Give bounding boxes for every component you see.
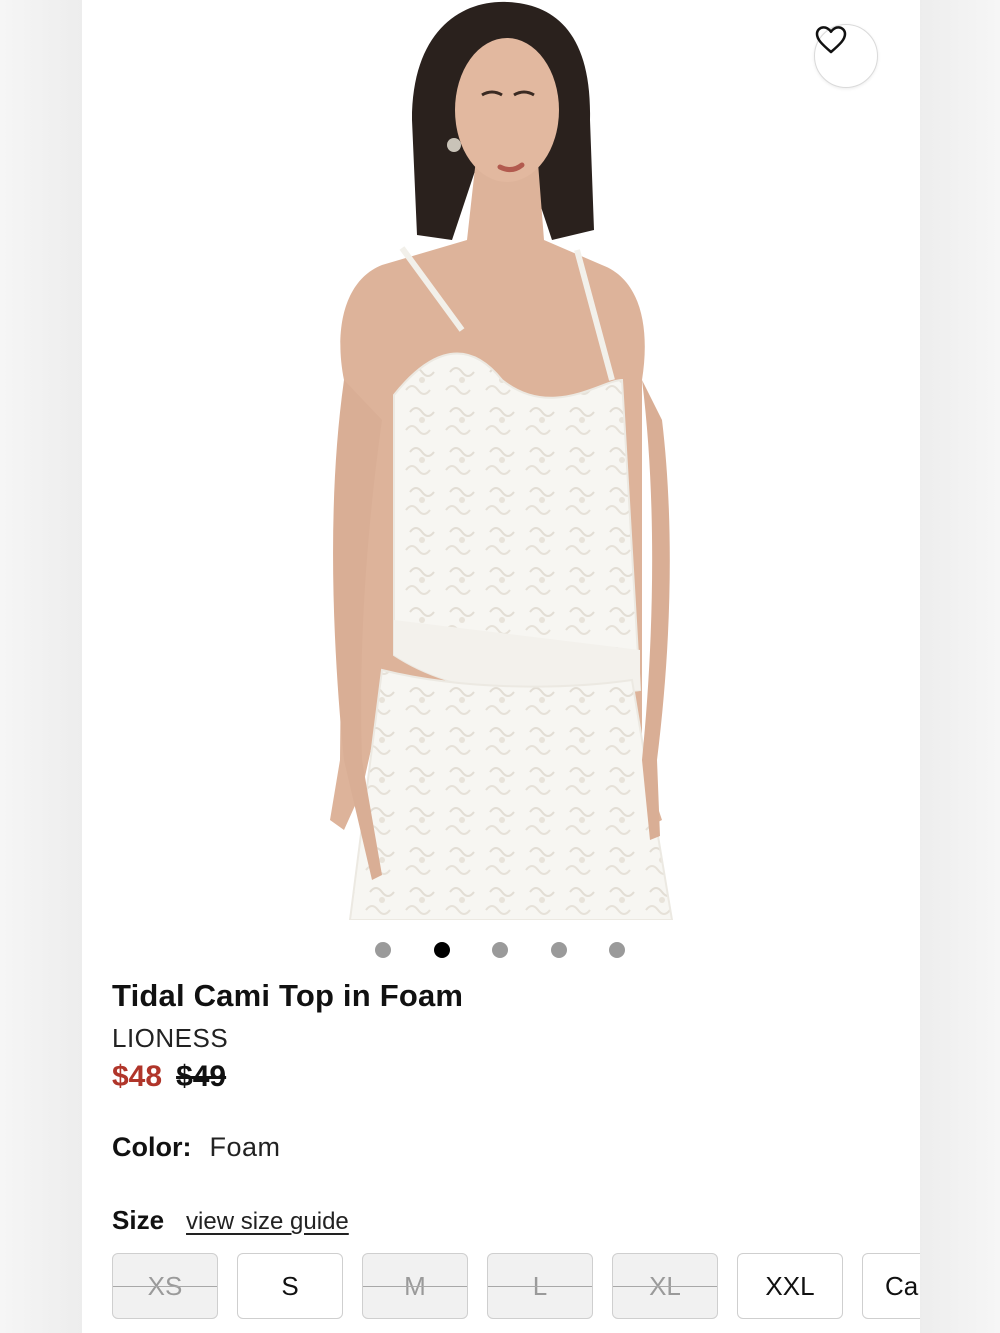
pagination-dot-4[interactable] bbox=[551, 942, 567, 958]
heart-icon bbox=[815, 26, 847, 54]
wishlist-button[interactable] bbox=[814, 24, 878, 88]
pagination-dot-3[interactable] bbox=[492, 942, 508, 958]
image-pagination bbox=[82, 940, 920, 960]
size-option-s[interactable]: S bbox=[237, 1253, 343, 1319]
size-guide-link[interactable]: view size guide bbox=[186, 1208, 349, 1235]
product-brand[interactable]: LIONESS bbox=[112, 1023, 228, 1054]
product-page: Tidal Cami Top in Foam LIONESS $48 $49 Co… bbox=[82, 0, 920, 1333]
size-option-xxl[interactable]: XXL bbox=[737, 1253, 843, 1319]
product-image[interactable] bbox=[82, 0, 920, 920]
pagination-dot-1[interactable] bbox=[375, 942, 391, 958]
right-margin bbox=[918, 0, 1000, 1333]
pagination-dot-5[interactable] bbox=[609, 942, 625, 958]
size-option-custom[interactable]: Ca bbox=[862, 1253, 920, 1319]
size-row: Size view size guide bbox=[112, 1205, 349, 1236]
size-option-l[interactable]: L bbox=[487, 1253, 593, 1319]
color-value: Foam bbox=[209, 1132, 281, 1162]
size-label: Size bbox=[112, 1205, 165, 1235]
original-price: $49 bbox=[176, 1060, 227, 1093]
size-option-xl[interactable]: XL bbox=[612, 1253, 718, 1319]
sale-price: $48 bbox=[112, 1060, 163, 1093]
model-illustration bbox=[330, 1, 674, 920]
size-options: XS S M L XL XXL Ca bbox=[112, 1253, 920, 1323]
color-row: Color: Foam bbox=[112, 1132, 281, 1163]
product-title: Tidal Cami Top in Foam bbox=[112, 978, 464, 1013]
size-option-m[interactable]: M bbox=[362, 1253, 468, 1319]
pagination-dot-2[interactable] bbox=[434, 942, 450, 958]
color-label: Color: bbox=[112, 1132, 192, 1162]
left-margin bbox=[0, 0, 82, 1333]
price-row: $48 $49 bbox=[112, 1060, 226, 1094]
size-option-xs[interactable]: XS bbox=[112, 1253, 218, 1319]
